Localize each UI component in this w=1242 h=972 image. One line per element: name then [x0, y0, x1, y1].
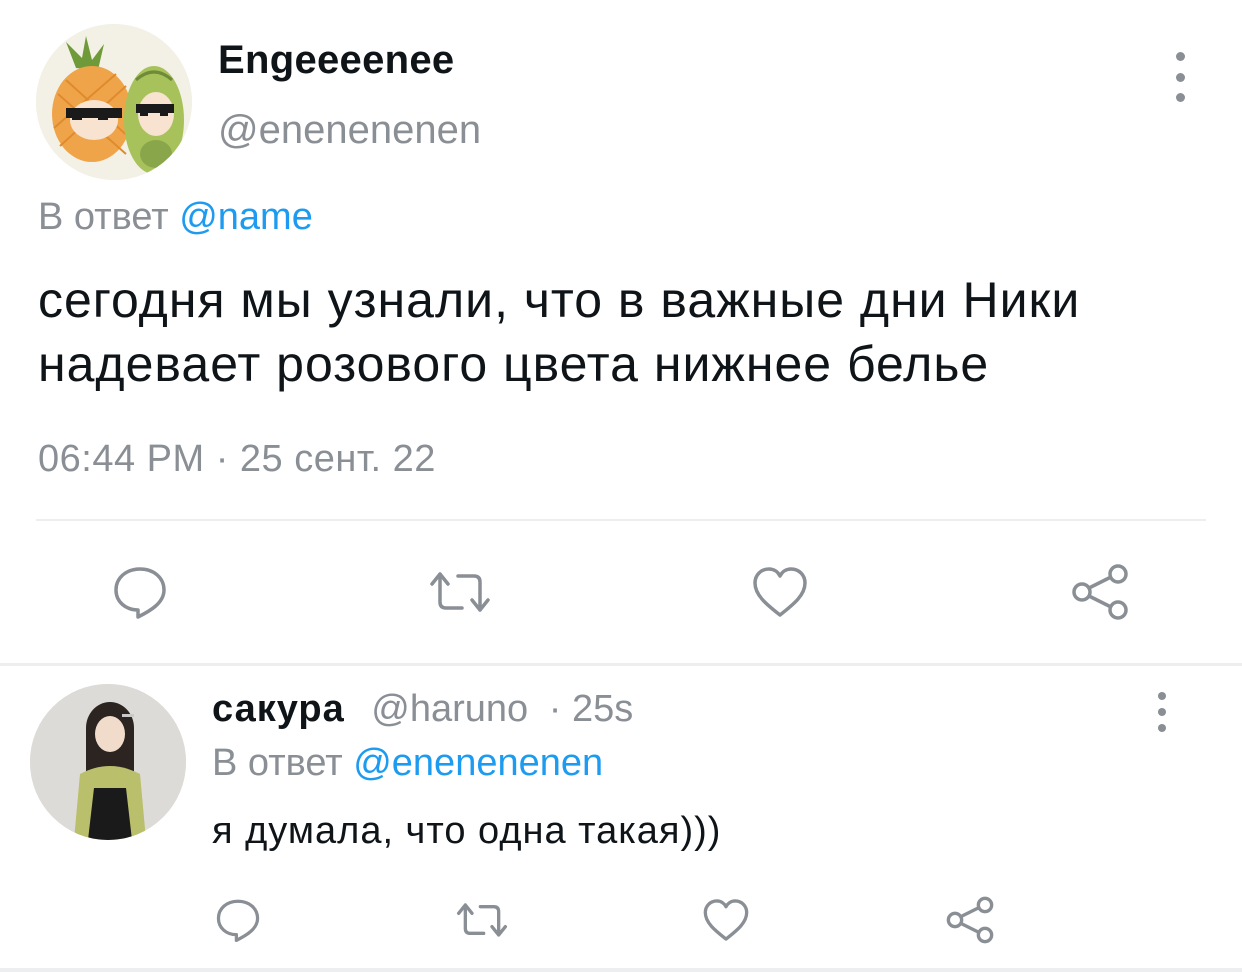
avatar[interactable] [30, 684, 186, 840]
reply-prefix: В ответ [212, 742, 343, 784]
pineapple-avocado-avatar-icon [36, 24, 192, 180]
reply-context: В ответ @enenenenen [212, 742, 603, 785]
timestamp[interactable]: 06:44 PM · 25 сент. 22 [38, 438, 436, 481]
main-tweet: Engeeeenee @enenenenen В ответ @name сег… [0, 0, 1242, 664]
girl-photo-avatar-icon [30, 684, 186, 840]
divider [36, 519, 1206, 521]
reply-mention-link[interactable]: @name [179, 196, 313, 238]
retweet-icon[interactable] [424, 556, 496, 628]
reply-context: В ответ @name [38, 196, 313, 239]
reply-icon[interactable] [202, 884, 274, 956]
more-options-icon[interactable] [1160, 52, 1200, 102]
user-handle[interactable]: @enenenenen [218, 108, 481, 153]
display-name[interactable]: сакура [212, 688, 345, 730]
reply-tweet: сакура @haruno · 25s В ответ @enenenenen… [0, 666, 1242, 972]
divider [0, 968, 1242, 972]
more-options-icon[interactable] [1144, 692, 1180, 732]
tweet-text: я думала, что одна такая))) [212, 810, 722, 852]
like-icon[interactable] [690, 884, 762, 956]
like-icon[interactable] [744, 556, 816, 628]
reply-header: сакура @haruno · 25s [212, 688, 633, 731]
reply-icon[interactable] [104, 556, 176, 628]
tweet-text: сегодня мы узнали, что в важные дни Ники… [38, 272, 1081, 392]
share-icon[interactable] [1064, 556, 1136, 628]
display-name[interactable]: Engeeeenee [218, 38, 454, 83]
tweet-actions [0, 884, 1242, 956]
reply-prefix: В ответ [38, 196, 169, 238]
relative-time: · 25s [548, 688, 634, 730]
retweet-icon[interactable] [446, 884, 518, 956]
tweet-actions [0, 556, 1242, 628]
share-icon[interactable] [934, 884, 1006, 956]
reply-mention-link[interactable]: @enenenenen [353, 742, 603, 784]
user-handle[interactable]: @haruno [371, 688, 528, 730]
avatar[interactable] [36, 24, 192, 180]
